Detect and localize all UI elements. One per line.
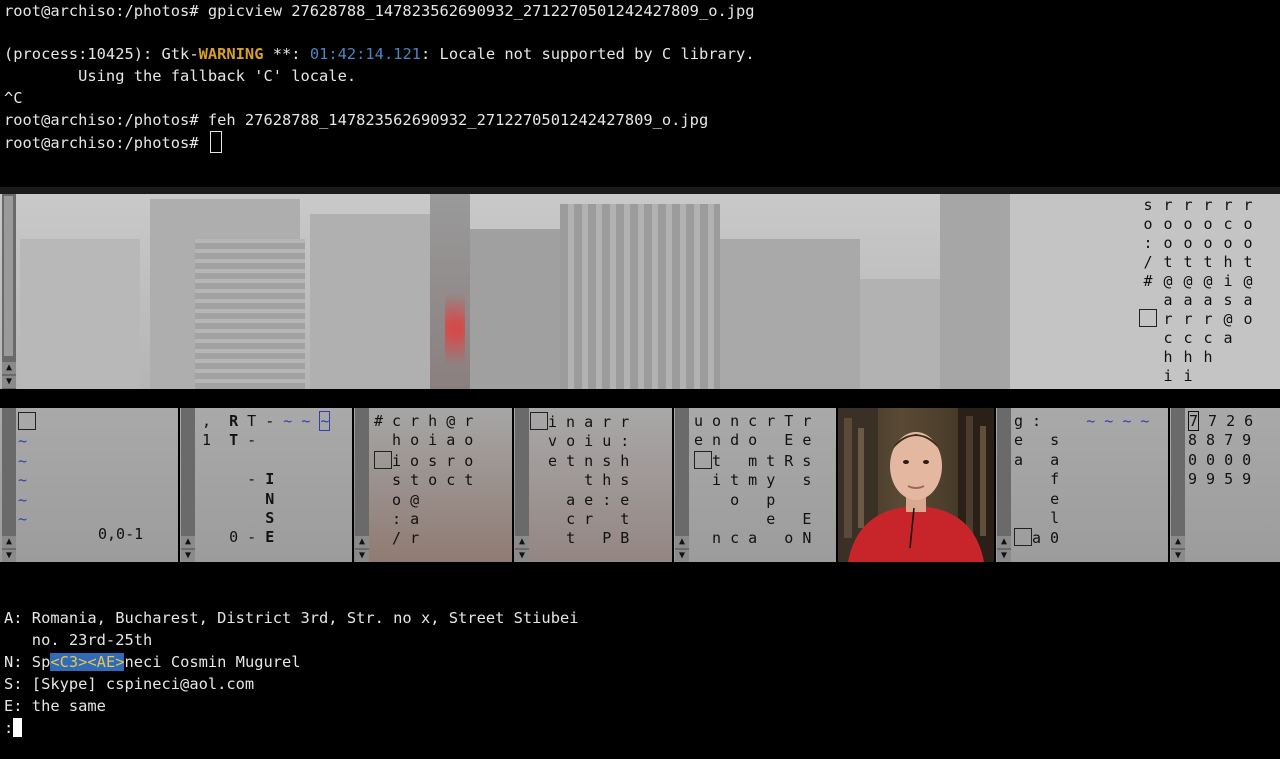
pane-scrollbar[interactable]: ▲ ▼: [515, 408, 529, 562]
top-terminal[interactable]: root@archiso:/photos# gpicview 27628788_…: [0, 0, 1280, 187]
pane-5[interactable]: ▲ ▼ u o n c r T r e n d o E e t m t R s …: [674, 408, 836, 562]
pane-scrollbar[interactable]: ▲ ▼: [675, 408, 689, 562]
warning-label: WARNING: [198, 45, 264, 63]
command-cursor: [13, 718, 23, 737]
command-prompt[interactable]: :: [4, 717, 23, 739]
scroll-up-icon[interactable]: ▲: [181, 536, 195, 548]
pane-scrollbar[interactable]: ▲ ▼: [997, 408, 1011, 562]
pane-1[interactable]: ▲ ▼ ~ ~ ~ ~ ~ 0,0-1: [0, 408, 178, 562]
pane-divider: [0, 187, 1280, 194]
terminal-line-feh: root@archiso:/photos# feh 27628788_14782…: [4, 111, 709, 129]
scroll-down-icon[interactable]: ▼: [997, 550, 1011, 562]
scroll-up-icon[interactable]: ▲: [675, 536, 689, 548]
name-line: N: Sp<C3><AE>neci Cosmin Mugurel: [4, 653, 301, 671]
building-shape: [20, 239, 140, 389]
terminal-line-interrupt: ^C: [4, 89, 23, 107]
image-viewer-strip[interactable]: ▲ ▼ srrrrr ooooco :ooooo / t t t h t # @ @ @ i @ a…: [0, 194, 1280, 389]
pane-7-text: 7 7 2 6 8 8 7 9 0 0 0 0 9 9 5 9: [1188, 411, 1254, 489]
scroll-down-icon[interactable]: ▼: [2, 376, 16, 388]
pane-scrollbar[interactable]: ▲ ▼: [2, 408, 16, 562]
pane-4[interactable]: ▲ ▼ i n a r r v o i u : e t n s h t h s …: [514, 408, 672, 562]
building-shape: [470, 229, 560, 389]
pane-scrollbar[interactable]: ▲ ▼: [1171, 408, 1185, 562]
strip-text-grid: srrrrr ooooco :ooooo / t t t h t # @ @ @ i @ aaasa…: [1138, 196, 1258, 386]
building-shape: [720, 239, 860, 389]
cursor-box: [18, 412, 36, 430]
building-shape: [860, 279, 940, 389]
pane-2-text: , R T - ~ ~ ~ 1 T - - I N S 0 - E: [202, 411, 331, 547]
pane-4-text: i n a r r v o i u : e t n s h t h s a e …: [530, 412, 629, 549]
scroll-down-icon[interactable]: ▼: [515, 550, 529, 562]
scroll-down-icon[interactable]: ▼: [181, 550, 195, 562]
terminal-line-warning: (process:10425): Gtk-WARNING **: 01:42:1…: [4, 45, 755, 63]
portrait-photo: [838, 408, 994, 562]
scroll-down-icon[interactable]: ▼: [1171, 550, 1185, 562]
terminal-cursor: [209, 131, 222, 153]
timestamp: 01:42:14.121: [309, 45, 422, 63]
name-highlight: <C3><AE>: [50, 653, 125, 671]
terminal-line-1: root@archiso:/photos# gpicview 27628788_…: [4, 2, 755, 20]
building-shape: [195, 239, 305, 389]
address-line-2: no. 23rd-25th: [4, 631, 153, 649]
pane-7[interactable]: ▲ ▼ 7 7 2 6 8 8 7 9 0 0 0 0 9 9 5 9: [1170, 408, 1280, 562]
terminal-line-fallback: Using the fallback 'C' locale.: [4, 67, 357, 85]
scrollbar-thumb[interactable]: [4, 196, 13, 356]
pane-scrollbar[interactable]: ▲ ▼: [181, 408, 195, 562]
scroll-up-icon[interactable]: ▲: [515, 536, 529, 548]
pane-scrollbar[interactable]: ▲ ▼: [355, 408, 369, 562]
building-shape: [560, 204, 720, 389]
pane-1-text: ~ ~ ~ ~ ~: [18, 412, 36, 529]
contact-panel[interactable]: A: Romania, Bucharest, District 3rd, Str…: [0, 600, 1280, 759]
scroll-up-icon[interactable]: ▲: [355, 536, 369, 548]
scroll-down-icon[interactable]: ▼: [355, 550, 369, 562]
terminal-prompt[interactable]: root@archiso:/photos#: [4, 131, 222, 153]
scroll-down-icon[interactable]: ▼: [2, 550, 16, 562]
building-shape: [940, 194, 1010, 389]
pane-3-text: # c r h @ r h o i a o i o s r o s t o c …: [374, 412, 474, 548]
portrait-image: [838, 408, 994, 562]
skype-line: S: [Skype] cspineci@aol.com: [4, 675, 255, 693]
pane-1-position: 0,0-1: [98, 525, 144, 543]
scroll-up-icon[interactable]: ▲: [2, 362, 16, 374]
scroll-up-icon[interactable]: ▲: [1171, 536, 1185, 548]
pane-divider: [0, 389, 1280, 408]
pane-6[interactable]: ▲ ▼ g : ~ ~ ~ ~ e s a a f e l a 0: [996, 408, 1168, 562]
scroll-up-icon[interactable]: ▲: [997, 536, 1011, 548]
scroll-down-icon[interactable]: ▼: [675, 550, 689, 562]
traffic-lights: [445, 269, 465, 389]
strip-scrollbar[interactable]: ▲ ▼: [2, 194, 16, 389]
email-line: E: the same: [4, 697, 106, 715]
pane-2[interactable]: ▲ ▼ , R T - ~ ~ ~ 1 T - - I N S 0 - E: [180, 408, 352, 562]
building-shape: [310, 214, 430, 389]
scroll-up-icon[interactable]: ▲: [2, 536, 16, 548]
pane-6-text: g : ~ ~ ~ ~ e s a a f e l a 0: [1014, 412, 1150, 548]
pane-3[interactable]: ▲ ▼ # c r h @ r h o i a o i o s r o s t …: [354, 408, 512, 562]
address-line-1: A: Romania, Bucharest, District 3rd, Str…: [4, 609, 579, 627]
tmux-panes: ▲ ▼ ~ ~ ~ ~ ~ 0,0-1 ▲ ▼ , R T - ~ ~ ~ 1 …: [0, 408, 1280, 562]
pane-5-text: u o n c r T r e n d o E e t m t R s i t …: [694, 412, 812, 548]
